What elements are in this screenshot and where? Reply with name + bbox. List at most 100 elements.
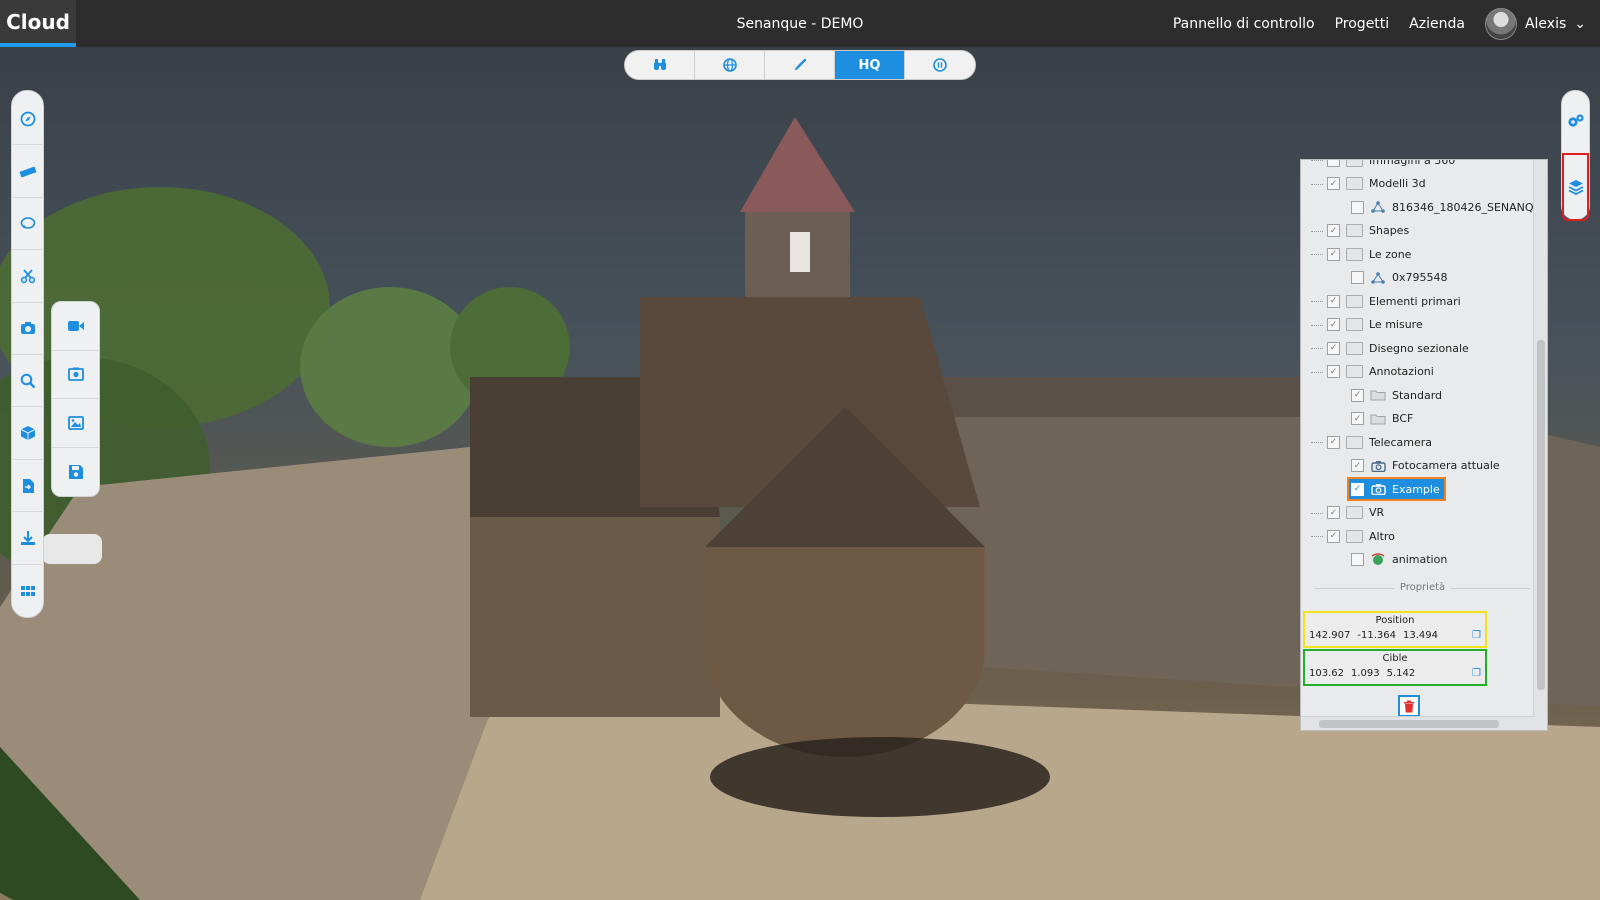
tree-connector xyxy=(1311,371,1323,373)
layer-checkbox[interactable]: ✓ xyxy=(1327,341,1340,355)
nav-dashboard[interactable]: Pannello di controllo xyxy=(1173,16,1315,32)
target-z[interactable]: 5.142 xyxy=(1387,668,1416,679)
mesh-icon xyxy=(1370,200,1386,214)
camera-icon[interactable] xyxy=(11,303,44,356)
layer-checkbox[interactable]: ✓ xyxy=(1351,482,1364,496)
layer-label: Immagini a 360 xyxy=(1369,159,1456,167)
brand-logo[interactable]: Cloud xyxy=(0,0,76,47)
layer-checkbox[interactable]: ✓ xyxy=(1351,388,1364,402)
binoculars-icon[interactable] xyxy=(625,51,695,79)
layer-label: animation xyxy=(1392,553,1448,566)
point-cloud-viewport[interactable]: HQ Immagini a 360 ✓ Modelli 3d 816346_18042… xyxy=(0,47,1600,900)
layer-item[interactable]: ✓ Shapes xyxy=(1327,221,1409,241)
file-import-icon[interactable] xyxy=(11,460,44,513)
tree-connector xyxy=(1311,160,1323,161)
layer-item[interactable]: ✓ Le zone xyxy=(1327,244,1411,264)
layer-label: Altro xyxy=(1369,529,1395,543)
layer-checkbox[interactable]: ✓ xyxy=(1327,365,1340,378)
search-icon[interactable] xyxy=(11,355,44,408)
position-x[interactable]: 142.907 xyxy=(1309,630,1350,641)
layer-label: Annotazioni xyxy=(1369,365,1434,378)
layer-checkbox[interactable]: ✓ xyxy=(1327,294,1340,308)
camera-icon xyxy=(1370,482,1386,496)
camera-sub-toolbar xyxy=(51,301,100,497)
target-x[interactable]: 103.62 xyxy=(1309,668,1344,679)
layer-item[interactable]: animation xyxy=(1351,550,1447,570)
comment-icon[interactable] xyxy=(11,198,44,251)
layer-checkbox[interactable]: ✓ xyxy=(1327,177,1340,190)
image-icon[interactable] xyxy=(52,399,99,448)
layer-checkbox[interactable]: ✓ xyxy=(1327,435,1340,449)
layer-item[interactable]: 816346_180426_SENANQ xyxy=(1351,197,1534,217)
delete-icon[interactable] xyxy=(1398,695,1420,717)
compass-icon[interactable] xyxy=(11,93,44,146)
folder-icon xyxy=(1346,160,1363,167)
copy-icon[interactable]: ❐ xyxy=(1472,668,1481,679)
grid-icon[interactable] xyxy=(11,565,44,617)
layer-item[interactable]: ✓ Fotocamera attuale xyxy=(1351,456,1500,476)
avatar xyxy=(1484,7,1517,40)
folder-icon xyxy=(1346,365,1363,378)
layer-item[interactable]: ✓ Elementi primari xyxy=(1327,291,1461,311)
folder-icon xyxy=(1346,435,1363,449)
horizontal-scrollbar[interactable] xyxy=(1301,716,1535,730)
layer-item[interactable]: ✓ Example xyxy=(1347,477,1446,501)
brush-icon[interactable] xyxy=(765,51,835,79)
layer-checkbox[interactable]: ✓ xyxy=(1327,247,1340,261)
layer-item[interactable]: ✓ BCF xyxy=(1351,409,1413,429)
layer-item[interactable]: ✓ Annotazioni xyxy=(1327,362,1434,382)
tree-connector xyxy=(1311,324,1323,326)
layers-icon[interactable] xyxy=(1562,153,1589,221)
save-icon[interactable] xyxy=(52,448,99,497)
layer-label: Telecamera xyxy=(1369,435,1432,449)
layer-checkbox[interactable]: ✓ xyxy=(1351,412,1364,425)
layer-checkbox[interactable]: ✓ xyxy=(1327,506,1340,519)
layer-item[interactable]: ✓ Altro xyxy=(1327,526,1395,546)
layer-item[interactable]: ✓ Le misure xyxy=(1327,315,1423,335)
hq-button[interactable]: HQ xyxy=(835,51,905,79)
tree-connector xyxy=(1311,512,1323,514)
globe-icon[interactable] xyxy=(695,51,765,79)
pause-circle-icon[interactable] xyxy=(905,51,975,79)
nav-projects[interactable]: Progetti xyxy=(1335,16,1390,32)
layer-item[interactable]: Immagini a 360 xyxy=(1327,159,1456,170)
layer-item[interactable]: ✓ Standard xyxy=(1351,385,1442,405)
user-menu[interactable]: Alexis ⌄ xyxy=(1484,7,1586,40)
cube-icon[interactable] xyxy=(11,407,44,460)
copy-icon[interactable]: ❐ xyxy=(1472,630,1481,641)
layer-item[interactable]: ✓ VR xyxy=(1327,503,1384,523)
tree-connector xyxy=(1311,183,1323,185)
video-icon[interactable] xyxy=(52,302,99,351)
layer-checkbox[interactable]: ✓ xyxy=(1327,318,1340,331)
position-y[interactable]: -11.364 xyxy=(1357,630,1396,641)
layer-checkbox[interactable] xyxy=(1351,271,1364,284)
position-box: Position 142.907 -11.364 13.494 ❐ xyxy=(1303,611,1487,648)
vertical-scrollbar[interactable] xyxy=(1533,160,1547,730)
layer-checkbox[interactable]: ✓ xyxy=(1327,529,1340,543)
layer-item[interactable]: ✓ Disegno sezionale xyxy=(1327,338,1469,358)
layer-checkbox[interactable]: ✓ xyxy=(1351,459,1364,472)
main-nav: Pannello di controllo Progetti Azienda A… xyxy=(1173,0,1586,47)
folder-icon xyxy=(1346,318,1363,331)
user-name: Alexis xyxy=(1524,15,1567,32)
camera-icon xyxy=(1370,459,1386,473)
layer-item[interactable]: 0x795548 xyxy=(1351,268,1448,288)
tree-connector xyxy=(1311,348,1323,349)
nav-company[interactable]: Azienda xyxy=(1409,16,1465,32)
layer-item[interactable]: ✓ Telecamera xyxy=(1327,432,1432,452)
download-icon[interactable] xyxy=(11,512,44,565)
ruler-icon[interactable] xyxy=(11,145,44,198)
layer-checkbox[interactable]: ✓ xyxy=(1327,224,1340,237)
folder-icon xyxy=(1346,177,1363,190)
gears-icon[interactable] xyxy=(1562,91,1589,151)
target-y[interactable]: 1.093 xyxy=(1351,668,1380,679)
layer-checkbox[interactable] xyxy=(1327,160,1340,167)
layer-item[interactable]: ✓ Modelli 3d xyxy=(1327,174,1426,194)
layer-checkbox[interactable] xyxy=(1351,553,1364,566)
layer-checkbox[interactable] xyxy=(1351,200,1364,214)
folder-icon xyxy=(1370,388,1386,402)
layer-label: 0x795548 xyxy=(1392,271,1448,284)
scissors-icon[interactable] xyxy=(11,250,44,303)
position-z[interactable]: 13.494 xyxy=(1403,630,1438,641)
photo-frame-icon[interactable] xyxy=(52,351,99,399)
